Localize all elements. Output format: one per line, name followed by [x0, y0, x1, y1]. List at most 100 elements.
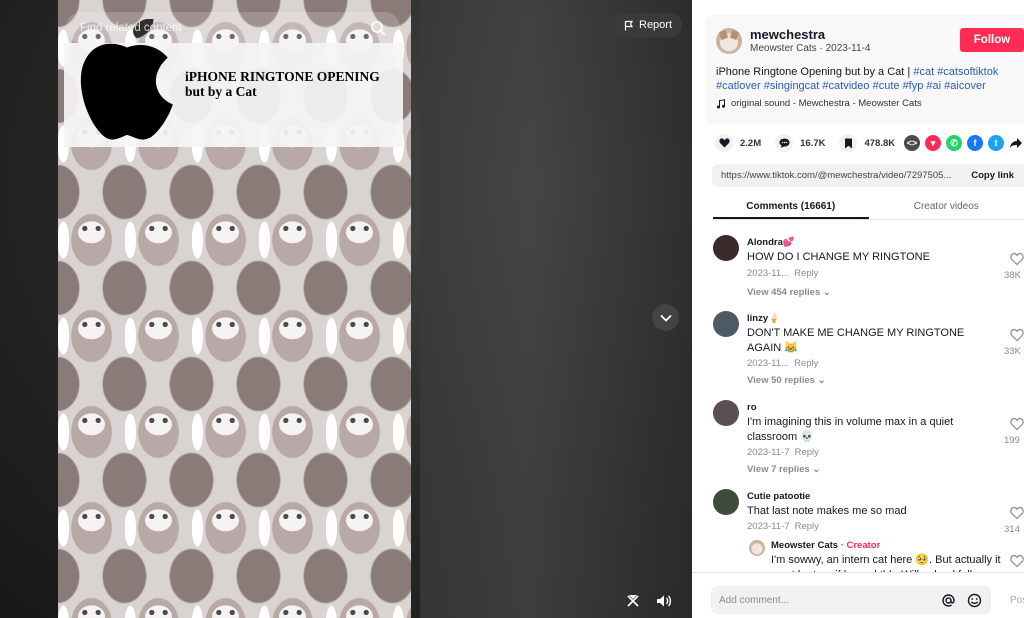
- like-count: 2.2M: [740, 137, 762, 149]
- avatar[interactable]: [713, 311, 739, 337]
- reply-button[interactable]: Reply: [794, 268, 818, 279]
- comment-like[interactable]: 314: [1004, 506, 1024, 535]
- details-panel: mewchestra Meowster Cats · 2023-11-4 Fol…: [692, 0, 1024, 618]
- tab-creator-videos[interactable]: Creator videos: [869, 196, 1024, 219]
- hashtag[interactable]: #catsoftiktok: [937, 66, 998, 78]
- floating-player-icon: [627, 595, 639, 607]
- report-button[interactable]: Report: [614, 13, 683, 37]
- music-link[interactable]: original sound - Mewchestra - Meowster C…: [716, 98, 922, 109]
- video-url[interactable]: https://www.tiktok.com/@mewchestra/video…: [721, 170, 961, 181]
- heart-outline-icon[interactable]: [1010, 417, 1024, 431]
- hashtag[interactable]: #catvideo: [822, 80, 869, 92]
- tab-comments[interactable]: Comments (16661): [713, 196, 869, 219]
- twitter-icon[interactable]: t: [988, 135, 1004, 151]
- view-replies-button[interactable]: View 50 replies ⌄: [747, 375, 826, 386]
- chevron-down-icon: ⌄: [817, 375, 826, 386]
- facebook-icon[interactable]: f: [967, 135, 983, 151]
- follow-button[interactable]: Follow: [960, 28, 1024, 52]
- search-icon[interactable]: [370, 20, 386, 36]
- heart-outline-icon[interactable]: [1010, 252, 1024, 266]
- comment-like[interactable]: 33K: [1004, 328, 1024, 357]
- comment-stat[interactable]: 16.7K: [775, 134, 825, 152]
- reply-button[interactable]: Reply: [795, 447, 819, 458]
- comment-meta: 2023-11... Reply: [747, 268, 818, 279]
- comment-count: 16.7K: [800, 137, 826, 149]
- comment-text: That last note makes me so mad: [747, 505, 907, 517]
- comment-input-box[interactable]: [711, 586, 991, 614]
- hashtag[interactable]: #cute: [873, 80, 900, 92]
- comment-meta: 2023-11... Reply: [747, 358, 818, 369]
- at-icon: [941, 593, 955, 607]
- heart-outline-icon[interactable]: [1010, 554, 1024, 568]
- volume-button[interactable]: [652, 590, 674, 612]
- floating-player-button[interactable]: [622, 590, 644, 612]
- whatsapp-icon[interactable]: ✆: [946, 135, 962, 151]
- comment-text: I'm imagining this in volume max in a qu…: [747, 416, 954, 443]
- bookmark-icon: [844, 138, 852, 148]
- author-nickname-date: Meowster Cats · 2023-11-4: [750, 43, 870, 54]
- video-player[interactable]: iPHONE RINGTONE OPENING but by a Cat Rep…: [0, 0, 692, 618]
- comment-author[interactable]: Cutie patootie: [747, 491, 810, 502]
- flag-icon: [624, 20, 634, 30]
- volume-icon: [656, 595, 671, 607]
- reply-author[interactable]: Meowster Cats · Creator: [771, 540, 880, 551]
- chevron-down-icon: [660, 314, 671, 322]
- author-username[interactable]: mewchestra: [750, 27, 825, 42]
- hashtag[interactable]: #cat: [913, 66, 934, 78]
- comment-author[interactable]: ro: [747, 402, 757, 413]
- author-card: mewchestra Meowster Cats · 2023-11-4 Fol…: [705, 15, 1024, 125]
- comment-meta: 2023-11-7 Reply: [747, 447, 819, 458]
- share-arrow-icon[interactable]: [1009, 135, 1023, 151]
- comment-like[interactable]: 38K: [1004, 252, 1024, 281]
- heart-outline-icon[interactable]: [1010, 506, 1024, 520]
- comment-text: HOW DO I CHANGE MY RINGTONE: [747, 251, 930, 263]
- avatar[interactable]: [716, 28, 742, 54]
- post-button[interactable]: Pos: [1010, 595, 1024, 606]
- save-stat[interactable]: 478.8K: [839, 134, 895, 152]
- avatar[interactable]: [713, 400, 739, 426]
- description-text: iPhone Ringtone Opening but by a Cat |: [716, 66, 914, 78]
- avatar[interactable]: [749, 540, 765, 556]
- like-stat[interactable]: 2.2M: [715, 134, 761, 152]
- report-label: Report: [639, 19, 673, 31]
- video-description: iPhone Ringtone Opening but by a Cat | #…: [716, 65, 1021, 93]
- reply-button[interactable]: Reply: [795, 521, 819, 532]
- comment-meta: 2023-11-7 Reply: [747, 521, 819, 532]
- related-search-bar[interactable]: [66, 12, 400, 43]
- reply-like[interactable]: [1004, 554, 1024, 572]
- engagement-stats: 2.2M 16.7K 478.8K: [715, 134, 909, 152]
- avatar[interactable]: [713, 235, 739, 261]
- copy-link-button[interactable]: Copy link: [961, 170, 1024, 181]
- reply-button[interactable]: Reply: [794, 358, 818, 369]
- comment-input[interactable]: [719, 594, 931, 606]
- music-label: original sound - Mewchestra - Meowster C…: [731, 98, 922, 109]
- avatar[interactable]: [713, 489, 739, 515]
- comment-like[interactable]: 199: [1004, 417, 1024, 446]
- view-replies-button[interactable]: View 454 replies ⌄: [747, 287, 831, 298]
- hashtag[interactable]: #ai: [926, 80, 941, 92]
- comment-date: 2023-11-7: [747, 447, 790, 458]
- mention-button[interactable]: [939, 591, 957, 609]
- save-count: 478.8K: [864, 137, 896, 149]
- comment-date: 2023-11...: [747, 268, 790, 279]
- reply-author-name: Meowster Cats: [771, 540, 839, 551]
- view-replies-button[interactable]: View 7 replies ⌄: [747, 464, 820, 475]
- comment-button[interactable]: [775, 134, 794, 152]
- hashtag[interactable]: #catlover: [716, 80, 761, 92]
- comment-author[interactable]: linzy🍦: [747, 313, 780, 324]
- related-search-input[interactable]: [80, 21, 370, 34]
- comment-author[interactable]: Alondra💕: [747, 237, 795, 248]
- save-button[interactable]: [839, 134, 858, 152]
- embed-icon[interactable]: <>: [904, 135, 920, 151]
- hashtag[interactable]: #fyp: [903, 80, 924, 92]
- heart-outline-icon[interactable]: [1010, 328, 1024, 342]
- share-buttons: <> ▾ ✆ f t: [904, 135, 1023, 151]
- emoji-button[interactable]: [965, 591, 983, 609]
- creator-badge: · Creator: [838, 540, 881, 551]
- like-button[interactable]: [715, 134, 733, 152]
- send-to-friends-icon[interactable]: ▾: [925, 135, 941, 151]
- hashtag[interactable]: #singingcat: [764, 80, 820, 92]
- hashtag[interactable]: #aicover: [944, 80, 986, 92]
- comment-like-count: 199: [1004, 435, 1020, 446]
- next-video-button[interactable]: [652, 304, 679, 331]
